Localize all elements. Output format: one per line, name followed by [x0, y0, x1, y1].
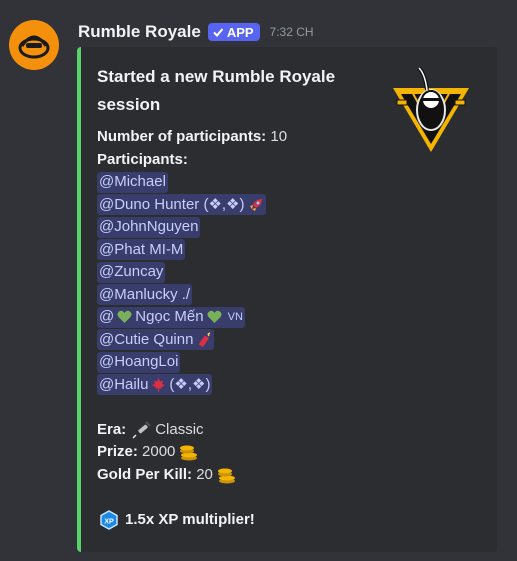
prize-label: Prize:	[97, 443, 138, 460]
syringe-icon	[132, 421, 151, 439]
rumble-royale-logo-icon	[18, 35, 50, 59]
checkmark-icon	[213, 28, 224, 37]
participant-mention[interactable]: @Manlucky ./	[97, 284, 193, 306]
participants-heading: Participants:	[97, 149, 477, 172]
participant-mention[interactable]: @Michael	[97, 171, 168, 193]
gold-per-kill-line: Gold Per Kill: 20	[97, 464, 477, 487]
participant-count: 10	[270, 128, 288, 145]
app-badge-label: APP	[226, 24, 254, 40]
participant-mention[interactable]: @Phat MI-M	[97, 239, 186, 261]
firecracker-icon	[199, 332, 211, 347]
message-header: Rumble Royale APP 7:32 CH	[78, 21, 314, 43]
participant-mention[interactable]: @Duno Hunter (❖,❖)	[97, 194, 266, 216]
era-label: Era:	[97, 420, 127, 438]
participant-mention[interactable]: @Cutie Quinn	[97, 329, 215, 351]
embed-description: Number of participants: 10 Participants:…	[97, 126, 477, 531]
rocket-icon	[249, 198, 262, 211]
gold-coins-icon	[217, 468, 235, 484]
participant-mention[interactable]: @JohnNguyen	[97, 216, 201, 238]
gold-per-kill-label: Gold Per Kill:	[97, 465, 193, 483]
gold-coins-icon	[180, 445, 198, 461]
participant-mention[interactable]: @ Ngọc Mến VN	[97, 306, 245, 328]
prize-value: 2000	[142, 443, 176, 460]
embed-title: Started a new Rumble Royale session	[97, 67, 336, 114]
svg-text:XP: XP	[104, 518, 114, 525]
participant-mention[interactable]: @Hailu (❖,❖)	[97, 374, 213, 396]
maple-leaf-icon	[152, 378, 166, 392]
prize-line: Prize: 2000	[97, 441, 477, 464]
green-heart-icon	[117, 311, 132, 324]
era-line: Era: Classic	[97, 419, 477, 442]
participant-count-line: Number of participants: 10	[97, 126, 477, 149]
participant-mention[interactable]: @Zuncay	[97, 261, 166, 283]
chat-message: Rumble Royale APP 7:32 CH Started a new …	[0, 0, 517, 561]
xp-badge-icon: XP	[100, 509, 118, 530]
gold-per-kill-value: 20	[196, 465, 213, 483]
participant-tag: VN	[227, 311, 243, 323]
timestamp[interactable]: 7:32 CH	[270, 25, 314, 39]
participants-label: Participants:	[97, 150, 188, 168]
xp-multiplier-text: 1.5x XP multiplier!	[125, 510, 255, 528]
era-value: Classic	[155, 420, 204, 438]
avatar[interactable]	[9, 20, 59, 70]
participant-count-label: Number of participants:	[97, 128, 267, 145]
participant-mention[interactable]: @HoangLoi	[97, 351, 181, 373]
xp-multiplier-line: XP 1.5x XP multiplier!	[97, 509, 477, 532]
embed: Started a new Rumble Royale session Numb…	[77, 47, 497, 552]
green-heart-icon	[207, 311, 222, 324]
username[interactable]: Rumble Royale	[78, 22, 201, 42]
app-badge: APP	[207, 23, 260, 41]
